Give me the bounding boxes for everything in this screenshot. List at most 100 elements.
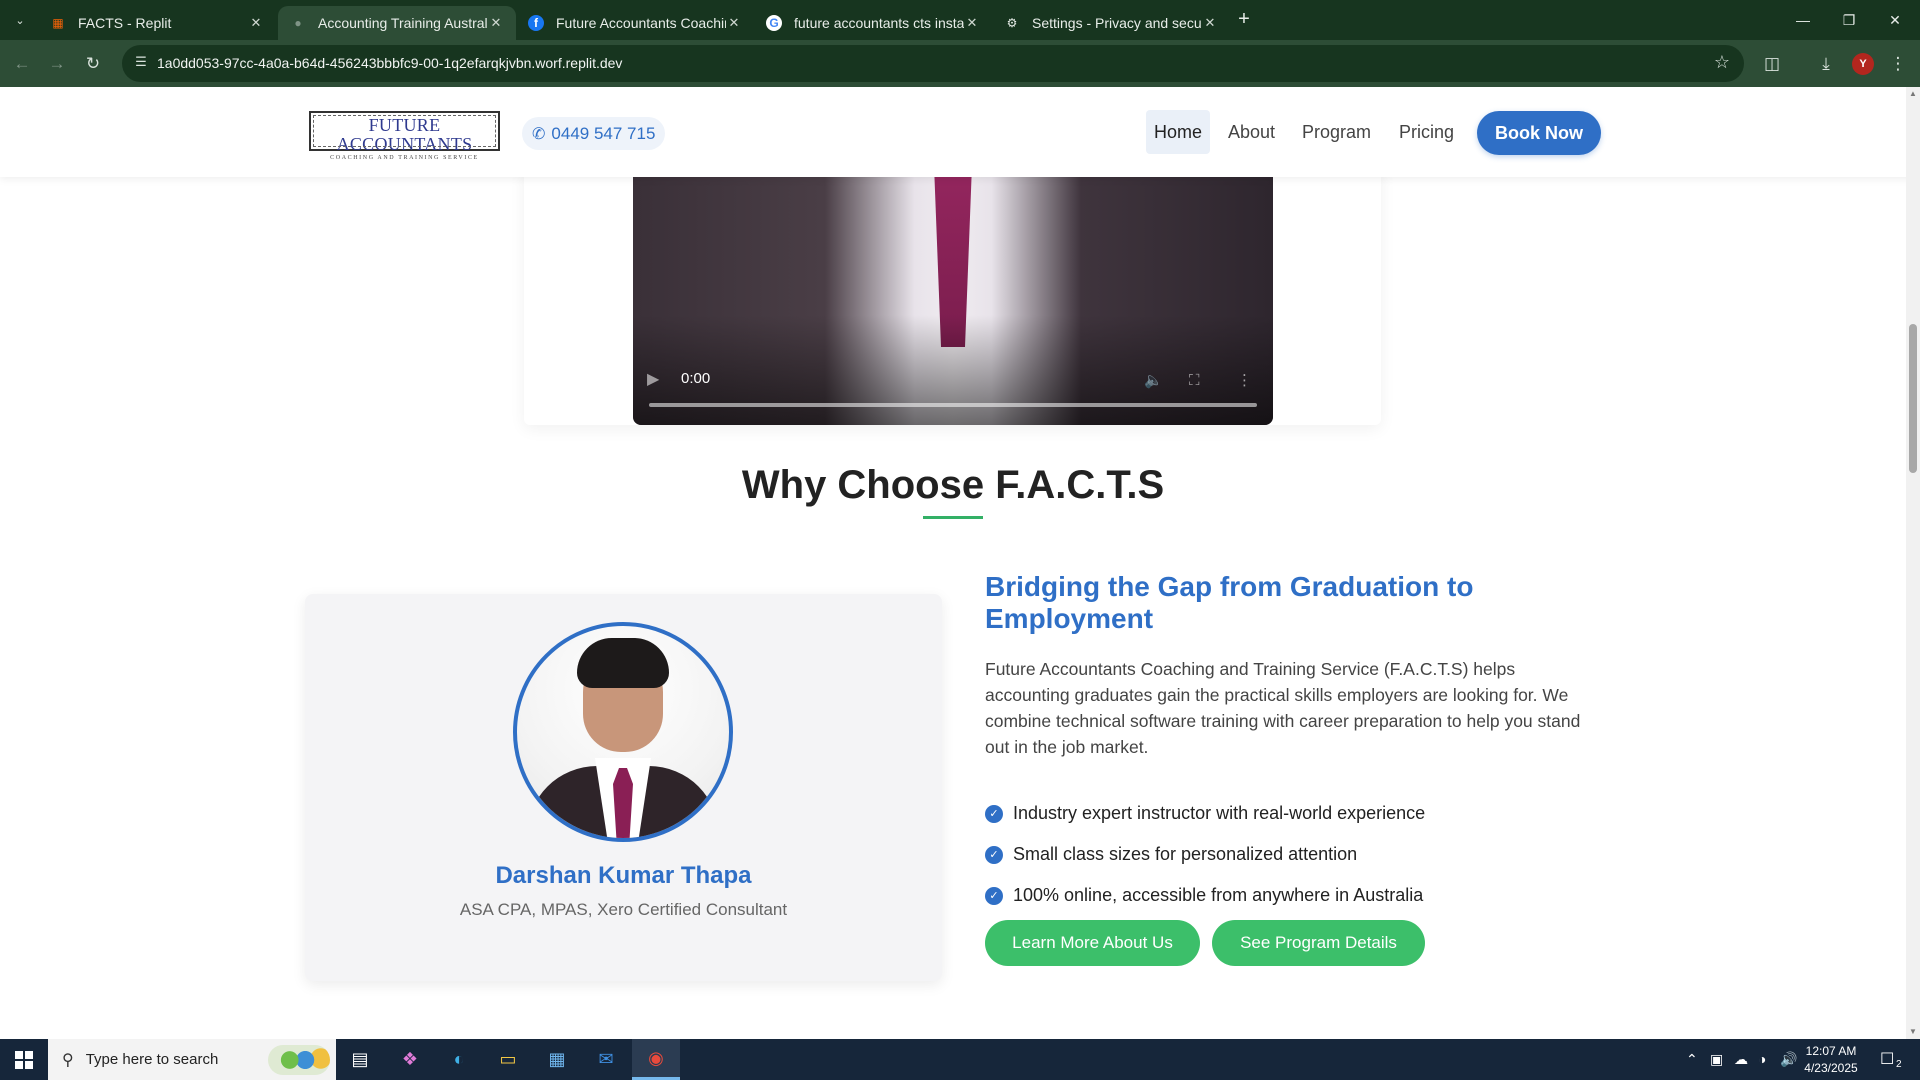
bookmark-star-icon[interactable]: ☆ [1714,52,1730,73]
instructor-photo [513,622,733,842]
instructor-credentials: ASA CPA, MPAS, Xero Certified Consultant [459,900,788,919]
facebook-icon: f [528,15,544,31]
system-clock[interactable]: 12:07 AM 4/23/2025 [1796,1043,1866,1077]
restore-icon[interactable]: ❐ [1826,0,1872,40]
tab-search-chevron-icon[interactable]: ⌄ [8,8,32,32]
browser-toolbar: ← → ↻ ☰ 1a0dd053-97cc-4a0a-b64d-456243bb… [0,40,1920,87]
close-tab-icon[interactable]: ✕ [726,15,742,31]
show-hidden-icons-icon[interactable]: ⌃ [1686,1051,1698,1068]
globe-icon: ● [294,16,302,30]
instructor-name: Darshan Kumar Thapa [495,862,752,889]
url-text[interactable]: 1a0dd053-97cc-4a0a-b64d-456243bbbfc9-00-… [157,55,622,71]
search-icon: ⚲ [62,1051,74,1069]
photo-tie [613,768,633,838]
outlook-icon[interactable]: ✉ [582,1039,630,1080]
onedrive-icon[interactable]: ☁ [1734,1051,1748,1068]
extensions-puzzle-icon[interactable]: ◫ [1758,50,1786,78]
browser-menu-icon[interactable]: ⋮ [1884,50,1912,78]
search-placeholder: Type here to search [85,1051,219,1068]
address-bar[interactable]: ☰ 1a0dd053-97cc-4a0a-b64d-456243bbbfc9-0… [122,45,1744,82]
tab-settings[interactable]: ⚙ Settings - Privacy and security ✕ [992,6,1230,40]
notification-center-icon[interactable]: ☐ [1880,1049,1894,1069]
file-explorer-icon[interactable]: ▭ [484,1039,532,1080]
phone-icon: ✆ [532,125,546,143]
tab-title: Settings - Privacy and security [1032,15,1202,31]
phone-link[interactable]: ✆ 0449 547 715 [522,117,666,150]
nav-program[interactable]: Program [1294,110,1379,154]
close-tab-icon[interactable]: ✕ [488,15,504,31]
start-button[interactable] [0,1039,48,1080]
book-now-button[interactable]: Book Now [1477,111,1601,155]
list-item: ✓ Small class sizes for personalized att… [985,834,1425,875]
volume-icon[interactable]: 🔊 [1780,1051,1797,1068]
logo-line-1: FUTURE ACCOUNTANTS [336,115,473,154]
notification-count: 2 [1896,1059,1902,1070]
instructor-card: Darshan Kumar Thapa ASA CPA, MPAS, Xero … [305,594,942,981]
tab-title: Accounting Training Australia | [318,15,488,31]
copilot-icon[interactable]: ❖ [386,1039,434,1080]
site-logo[interactable]: FUTURE ACCOUNTANTS COACHING AND TRAINING… [309,111,500,161]
check-circle-icon: ✓ [985,886,1003,905]
scroll-up-arrow-icon[interactable]: ▲ [1906,87,1920,101]
network-icon[interactable]: ◑ [1758,1051,1766,1067]
title-underline [923,516,983,519]
close-tab-icon[interactable]: ✕ [1202,15,1218,31]
microsoft-store-icon[interactable]: ▦ [533,1039,581,1080]
feature-text: Small class sizes for personalized atten… [1013,844,1358,864]
volume-icon[interactable]: 🔈 [1144,371,1163,389]
learn-more-button[interactable]: Learn More About Us [985,920,1200,966]
windows-logo-icon [15,1050,33,1069]
new-tab-plus-icon[interactable]: + [1232,8,1256,32]
site-info-icon[interactable]: ☰ [132,54,150,72]
download-icon[interactable]: ⤓ [1812,50,1840,78]
profile-avatar[interactable]: Y [1852,53,1874,75]
close-window-icon[interactable]: ✕ [1872,0,1918,40]
phone-number: 0449 547 715 [551,123,656,143]
windows-taskbar: ⚲ Type here to search ▤ ❖ ◐ ▭ ▦ ✉ ◉ ⌃ ▣ … [0,1039,1920,1080]
close-tab-icon[interactable]: ✕ [248,15,264,31]
bridge-heading: Bridging the Gap from Graduation to Empl… [985,571,1474,634]
close-tab-icon[interactable]: ✕ [964,15,980,31]
tab-facts-replit[interactable]: ▦ FACTS - Replit ✕ [38,6,276,40]
forward-arrow-icon[interactable]: → [43,50,71,78]
list-item: ✓ 100% online, accessible from anywhere … [985,875,1425,916]
tab-accounting-training[interactable]: ● Accounting Training Australia | ✕ [278,6,516,40]
chrome-icon[interactable]: ◉ [632,1039,680,1080]
section-title: Why Choose F.A.C.T.S [741,463,1165,507]
fullscreen-icon[interactable]: ⛶ [1189,372,1200,389]
list-item: ✓ Industry expert instructor with real-w… [985,793,1425,834]
feature-text: Industry expert instructor with real-wor… [1013,803,1426,823]
play-icon[interactable]: ▶ [647,369,659,389]
video-progress-bar[interactable] [649,403,1257,407]
page-viewport: ▶ 0:00 🔈 ⛶ ⋮ FUTURE ACCOUNTANTS COACHING… [0,87,1920,1039]
bridge-paragraph: Future Accountants Coaching and Training… [985,659,1581,757]
see-program-button[interactable]: See Program Details [1212,920,1425,966]
back-arrow-icon[interactable]: ← [8,50,36,78]
logo-line-2: COACHING AND TRAINING SERVICE [330,155,479,161]
video-more-options-icon[interactable]: ⋮ [1237,371,1252,389]
tab-facebook[interactable]: f Future Accountants Coaching & ✕ [516,6,754,40]
edge-icon[interactable]: ◐ [435,1039,483,1080]
tab-google-search[interactable]: G future accountants cts instagram ✕ [754,6,992,40]
check-circle-icon: ✓ [985,845,1003,864]
page-scrollbar-thumb[interactable] [1909,324,1917,473]
task-view-icon[interactable]: ▤ [336,1039,384,1080]
taskbar-search-box[interactable]: ⚲ Type here to search [48,1039,336,1080]
tab-title: Future Accountants Coaching & [556,15,726,31]
feature-text: 100% online, accessible from anywhere in… [1013,885,1424,905]
scroll-down-arrow-icon[interactable]: ▼ [1906,1025,1920,1039]
clock-time: 12:07 AM [1805,1044,1857,1058]
page-scrollbar-track[interactable] [1906,87,1920,1039]
browser-tab-strip: ⌄ ▦ FACTS - Replit ✕ ● Accounting Traini… [0,0,1920,40]
gear-icon: ⚙ [1006,16,1018,30]
nav-pricing[interactable]: Pricing [1391,110,1462,154]
nav-about[interactable]: About [1220,110,1283,154]
search-highlight-art [268,1045,330,1075]
tab-title: FACTS - Replit [78,15,172,31]
reload-icon[interactable]: ↻ [79,50,107,78]
meet-now-icon[interactable]: ▣ [1710,1051,1723,1068]
video-time: 0:00 [681,370,711,387]
tab-title: future accountants cts instagram [794,15,964,31]
minimize-icon[interactable]: — [1780,0,1826,40]
nav-home[interactable]: Home [1146,110,1211,154]
